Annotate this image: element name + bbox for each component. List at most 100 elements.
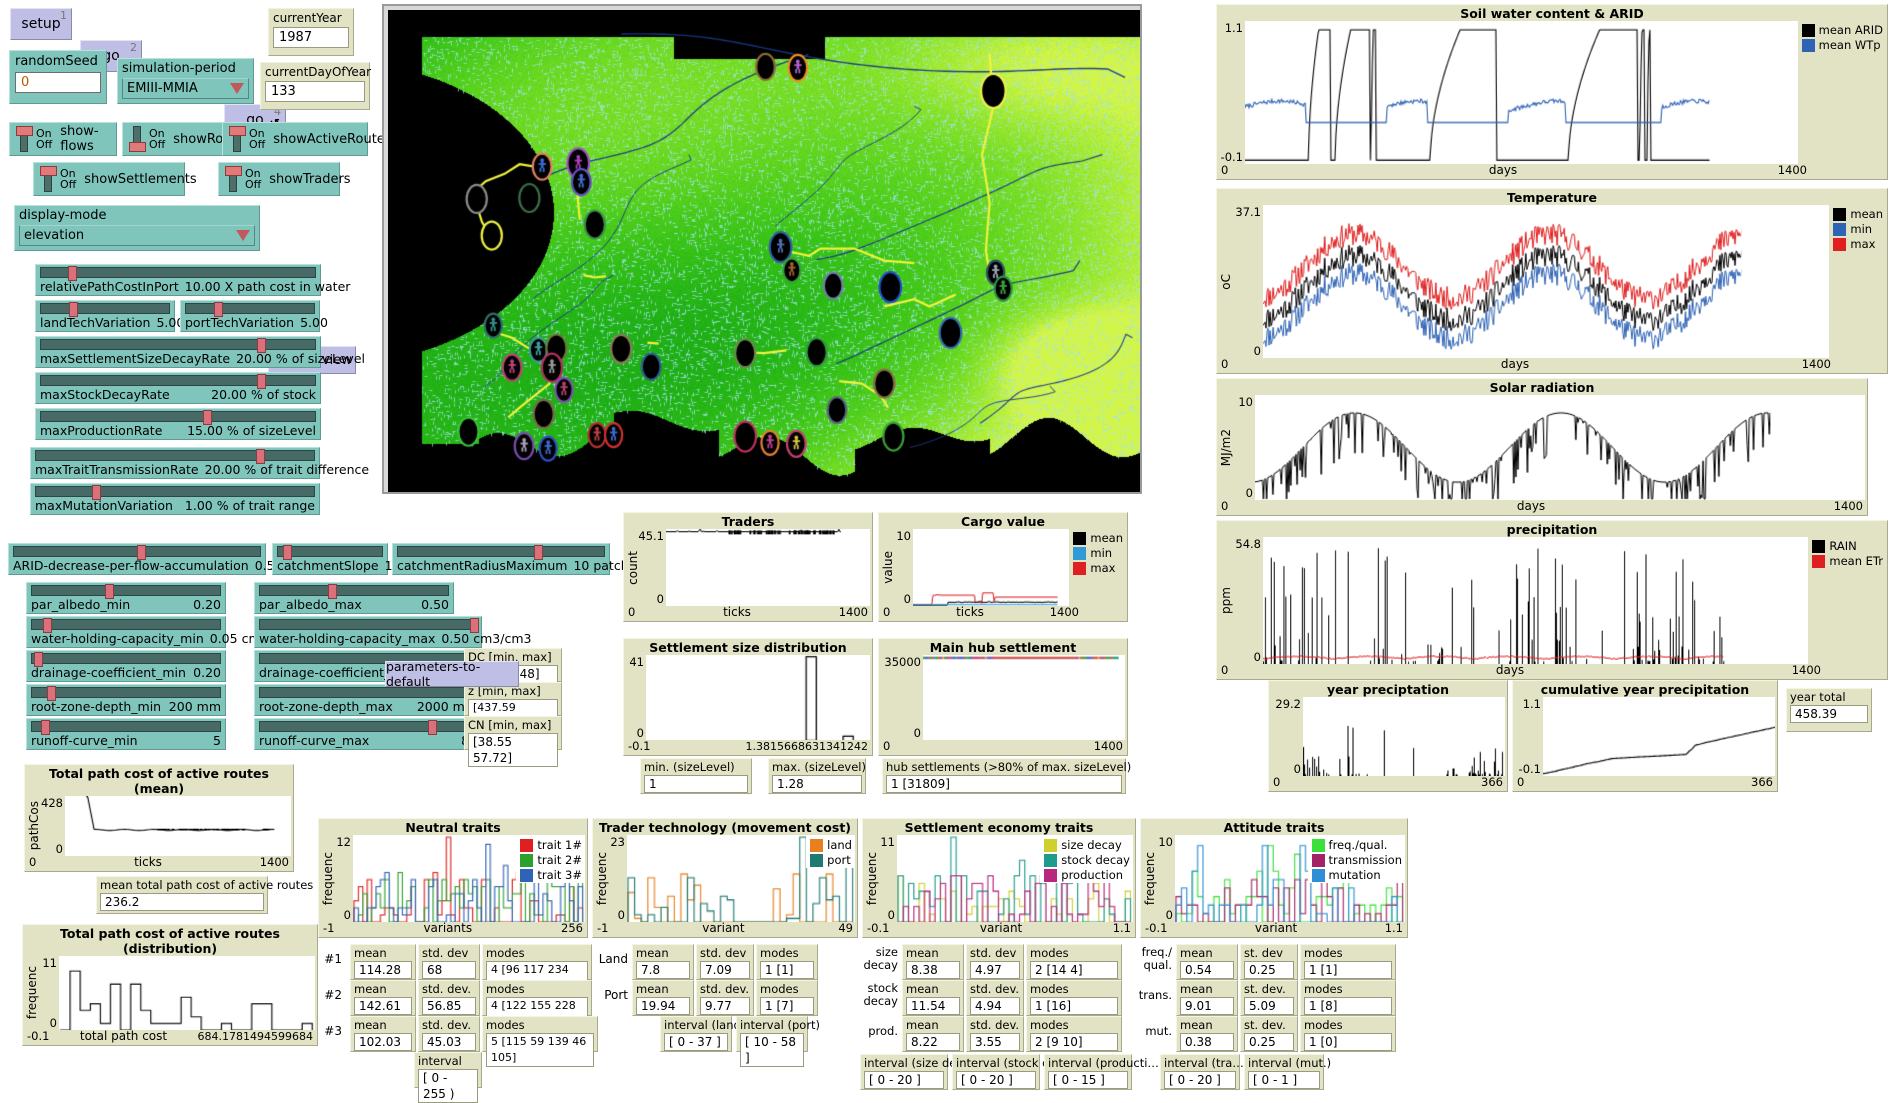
display-mode-select[interactable]: elevation	[19, 225, 255, 246]
simulation-period-chooser[interactable]: simulation-period EMIII-MMIA	[117, 58, 254, 104]
legend-item: max	[1073, 561, 1123, 576]
trader-modes-port: modes 1 [7]	[756, 980, 818, 1016]
neutral-modes-1: modes4 [96 117 234 124]	[482, 944, 592, 995]
economy-row-tag-prod: prod.	[868, 1024, 898, 1038]
legend-item: mutation	[1311, 868, 1402, 883]
parameters-to-default-button[interactable]: parameters-to-default	[385, 659, 519, 689]
slider-catchmentRadiusMaximum[interactable]: catchmentRadiusMaximum 10 patches away	[392, 543, 680, 575]
trader-mean-port: mean 19.94	[632, 980, 694, 1016]
slider-maxStockDecayRate[interactable]: maxStockDecayRate 20.00 % of stock	[35, 372, 321, 404]
slider-runoff-curve_min[interactable]: runoff-curve_min 5	[26, 718, 226, 750]
plot-title: cumulative year precipitation	[1540, 682, 1750, 697]
attitude-row-tag-freq: freq./ qual.	[1141, 945, 1172, 972]
toggle-icon[interactable]	[225, 166, 242, 192]
slider-track[interactable]	[40, 374, 316, 389]
switch-show-routes[interactable]: On Off showRoutes	[122, 122, 251, 156]
plot-neutral-traits: Neutral traits frequenc 12 0 trait 1# tra…	[318, 818, 588, 938]
toggle-icon[interactable]	[40, 166, 57, 192]
slider-name: maxMutationVariation	[35, 498, 173, 513]
slider-maxMutationVariation[interactable]: maxMutationVariation 1.00 % of trait ran…	[30, 483, 320, 515]
slider-track[interactable]	[185, 302, 315, 317]
display-mode-value: elevation	[24, 228, 85, 243]
slider-track[interactable]	[259, 720, 477, 735]
slider-track[interactable]	[31, 618, 221, 633]
attitude-sd-mut: st. dev. 0.25	[1240, 1016, 1298, 1052]
slider-track[interactable]	[35, 449, 315, 464]
switch-show-flows[interactable]: On Off show-flows	[9, 122, 117, 156]
chevron-down-icon	[236, 230, 250, 241]
legend-item: RAIN	[1812, 539, 1883, 554]
simulation-period-select[interactable]: EMIII-MMIA	[122, 78, 249, 99]
legend-item: size decay	[1044, 838, 1130, 853]
toggle-icon[interactable]	[229, 126, 246, 152]
slider-track[interactable]	[31, 720, 221, 735]
slider-track[interactable]	[397, 545, 605, 560]
slider-track[interactable]	[40, 410, 316, 425]
slider-track[interactable]	[259, 618, 479, 633]
slider-par_albedo_max[interactable]: par_albedo_max 0.50	[254, 582, 454, 614]
slider-water-holding-capacity_min[interactable]: water-holding-capacity_min 0.05 cm3/cm3	[26, 616, 300, 648]
slider-maxSettlementSizeDecayRate[interactable]: maxSettlementSizeDecayRate 20.00 % of si…	[35, 336, 365, 368]
legend-item: freq./qual.	[1311, 838, 1402, 853]
trader-mean-land: mean 7.8	[632, 944, 694, 980]
random-seed-field[interactable]: 0	[15, 72, 101, 93]
attitude-mean-trans: mean 9.01	[1176, 980, 1238, 1016]
slider-catchmentSlope[interactable]: catchmentSlope 10	[272, 543, 401, 575]
switch-show-settlements[interactable]: On Off showSettlements	[33, 162, 197, 196]
toggle-icon[interactable]	[16, 126, 33, 152]
plot-settlement-size-distribution: Settlement size distribution 41 0 -0.1 1.3…	[623, 638, 873, 756]
slider-name: par_albedo_max	[259, 597, 362, 612]
world-view[interactable]	[382, 4, 1142, 494]
slider-track[interactable]	[31, 686, 221, 701]
plot-trader-technology: Trader technology (movement cost) freque…	[592, 818, 858, 938]
slider-maxProductionRate[interactable]: maxProductionRate 15.00 % of sizeLevel	[35, 408, 321, 440]
slider-maxTraitTransmissionRate[interactable]: maxTraitTransmissionRate 20.00 % of trai…	[30, 447, 369, 479]
switch-show-active-routes[interactable]: On Off showActiveRoutes	[222, 122, 392, 156]
slider-root-zone-depth_min[interactable]: root-zone-depth_min 200 mm	[26, 684, 226, 716]
slider-par_albedo_min[interactable]: par_albedo_min 0.20	[26, 582, 226, 614]
legend-item: mean	[1833, 207, 1883, 222]
toggle-icon[interactable]	[129, 126, 146, 152]
slider-track[interactable]	[259, 584, 449, 599]
slider-track[interactable]	[277, 545, 383, 560]
slider-name: catchmentRadiusMaximum	[397, 558, 568, 573]
switch-show-traders-label: showTraders	[269, 171, 351, 187]
switch-show-traders[interactable]: On Off showTraders	[218, 162, 351, 196]
plot-title: Traders	[721, 514, 775, 529]
random-seed-input-box[interactable]: randomSeed 0	[9, 50, 107, 104]
neutral-sd-1: std. dev 68	[418, 944, 480, 980]
slider-track[interactable]	[40, 338, 316, 353]
y-axis-label: frequenc	[321, 851, 335, 906]
slider-track[interactable]	[31, 584, 221, 599]
slider-runoff-curve_max[interactable]: runoff-curve_max 80	[254, 718, 482, 750]
neutral-interval: interval[ 0 - 255 )	[414, 1052, 482, 1103]
slider-water-holding-capacity_max[interactable]: water-holding-capacity_max 0.50 cm3/cm3	[254, 616, 531, 648]
slider-name: maxStockDecayRate	[40, 387, 170, 402]
slider-track[interactable]	[40, 302, 170, 317]
plot-legend: size decay stock decay production	[1040, 836, 1132, 883]
current-day-label: currentDayOfYear	[265, 65, 372, 79]
switch-show-active-routes-label: showActiveRoutes	[273, 131, 392, 147]
economy-modes-stock: modes 1 [16]	[1026, 980, 1122, 1016]
slider-track[interactable]	[35, 485, 315, 500]
setup-button[interactable]: 1 setup	[10, 8, 72, 40]
plot-legend: RAIN mean ETr	[1808, 537, 1885, 664]
display-mode-chooser[interactable]: display-mode elevation	[14, 205, 260, 251]
monitor-year-total: year total 458.39	[1786, 688, 1872, 732]
hotkey-1: 1	[60, 9, 67, 22]
slider-track[interactable]	[13, 545, 261, 560]
slider-name: runoff-curve_min	[31, 733, 138, 748]
monitor-min-sizelevel: min. (sizeLevel) 1	[640, 758, 752, 794]
slider-landTechVariation[interactable]: landTechVariation 5.00	[35, 300, 184, 332]
slider-track[interactable]	[40, 266, 316, 281]
slider-ARID-decrease-per-flow-accumulation[interactable]: ARID-decrease-per-flow-accumulation 0.50	[8, 543, 283, 575]
plot-title: Main hub settlement	[929, 640, 1077, 655]
slider-track[interactable]	[31, 652, 221, 667]
slider-drainage-coefficient_min[interactable]: drainage-coefficient_min 0.20	[26, 650, 226, 682]
world-view-canvas[interactable]	[388, 10, 1140, 492]
slider-relativePathCostInPort[interactable]: relativePathCostInPort 10.00 X path cost…	[35, 264, 350, 296]
attitude-sd-freq: st. dev 0.25	[1240, 944, 1298, 980]
slider-portTechVariation[interactable]: portTechVariation 5.00	[180, 300, 328, 332]
y-axis-label: frequenc	[25, 966, 39, 1020]
slider-name: drainage-coefficient_min	[31, 665, 186, 680]
